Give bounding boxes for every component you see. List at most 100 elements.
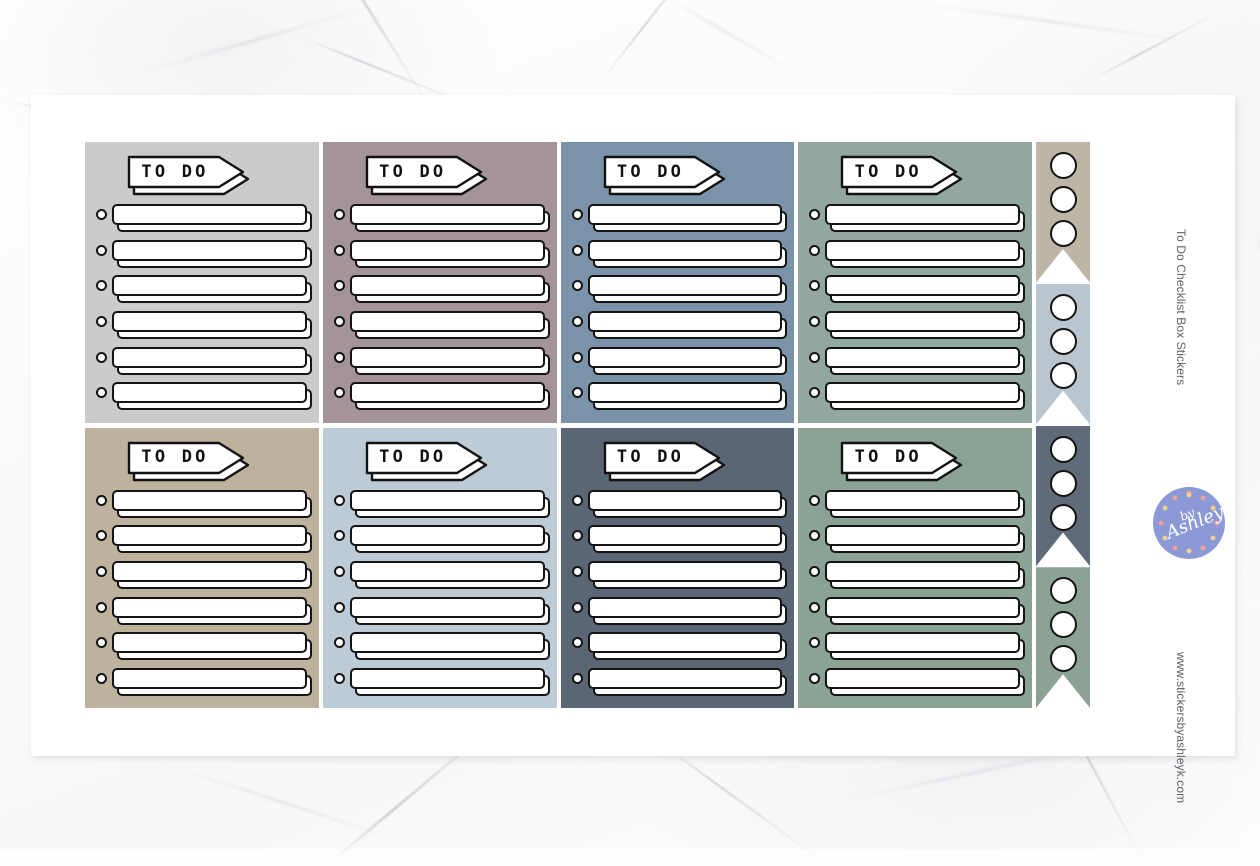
write-line-box[interactable]: [350, 240, 545, 261]
write-line-box[interactable]: [350, 275, 545, 296]
checklist-row[interactable]: [806, 204, 1024, 236]
checkbox-circle-icon[interactable]: [96, 280, 107, 291]
banner-flag-4[interactable]: [1036, 567, 1090, 708]
sticker-panel-7[interactable]: TO DO: [561, 428, 795, 709]
checklist-row[interactable]: [806, 632, 1024, 664]
banner-dot-circle-icon[interactable]: [1050, 611, 1077, 638]
checkbox-circle-icon[interactable]: [809, 673, 820, 684]
checklist-row[interactable]: [569, 597, 787, 629]
checkbox-circle-icon[interactable]: [334, 280, 345, 291]
checklist-row[interactable]: [569, 240, 787, 272]
write-line-box[interactable]: [825, 597, 1020, 618]
checkbox-circle-icon[interactable]: [809, 245, 820, 256]
write-line-box[interactable]: [350, 204, 545, 225]
checklist-row[interactable]: [569, 561, 787, 593]
write-line-box[interactable]: [350, 597, 545, 618]
checklist-row[interactable]: [331, 275, 549, 307]
write-line-box[interactable]: [112, 311, 307, 332]
checkbox-circle-icon[interactable]: [572, 637, 583, 648]
checkbox-circle-icon[interactable]: [572, 245, 583, 256]
write-line-box[interactable]: [350, 382, 545, 403]
checkbox-circle-icon[interactable]: [809, 387, 820, 398]
checklist-row[interactable]: [331, 668, 549, 700]
write-line-box[interactable]: [112, 275, 307, 296]
checkbox-circle-icon[interactable]: [809, 566, 820, 577]
write-line-box[interactable]: [350, 311, 545, 332]
checklist-row[interactable]: [569, 525, 787, 557]
write-line-box[interactable]: [112, 204, 307, 225]
checkbox-circle-icon[interactable]: [809, 280, 820, 291]
checkbox-circle-icon[interactable]: [809, 637, 820, 648]
write-line-box[interactable]: [112, 525, 307, 546]
sticker-panel-6[interactable]: TO DO: [323, 428, 557, 709]
checklist-row[interactable]: [93, 240, 311, 272]
write-line-box[interactable]: [112, 561, 307, 582]
checklist-row[interactable]: [806, 525, 1024, 557]
write-line-box[interactable]: [112, 347, 307, 368]
checkbox-circle-icon[interactable]: [572, 566, 583, 577]
checklist-row[interactable]: [806, 347, 1024, 379]
write-line-box[interactable]: [112, 597, 307, 618]
checkbox-circle-icon[interactable]: [96, 209, 107, 220]
write-line-box[interactable]: [825, 668, 1020, 689]
write-line-box[interactable]: [588, 275, 783, 296]
checklist-row[interactable]: [93, 311, 311, 343]
checkbox-circle-icon[interactable]: [334, 316, 345, 327]
write-line-box[interactable]: [588, 311, 783, 332]
checkbox-circle-icon[interactable]: [809, 495, 820, 506]
write-line-box[interactable]: [825, 632, 1020, 653]
checklist-row[interactable]: [331, 561, 549, 593]
checkbox-circle-icon[interactable]: [809, 209, 820, 220]
checkbox-circle-icon[interactable]: [572, 387, 583, 398]
write-line-box[interactable]: [112, 632, 307, 653]
checklist-row[interactable]: [569, 632, 787, 664]
checkbox-circle-icon[interactable]: [334, 209, 345, 220]
checkbox-circle-icon[interactable]: [96, 352, 107, 363]
checkbox-circle-icon[interactable]: [334, 673, 345, 684]
checkbox-circle-icon[interactable]: [572, 602, 583, 613]
checklist-row[interactable]: [331, 204, 549, 236]
checklist-row[interactable]: [331, 347, 549, 379]
banner-dot-circle-icon[interactable]: [1050, 362, 1077, 389]
banner-dot-circle-icon[interactable]: [1050, 328, 1077, 355]
sticker-panel-2[interactable]: TO DO: [323, 142, 557, 423]
checklist-row[interactable]: [93, 204, 311, 236]
checkbox-circle-icon[interactable]: [334, 352, 345, 363]
checkbox-circle-icon[interactable]: [334, 387, 345, 398]
write-line-box[interactable]: [350, 525, 545, 546]
checkbox-circle-icon[interactable]: [96, 566, 107, 577]
write-line-box[interactable]: [825, 525, 1020, 546]
write-line-box[interactable]: [350, 632, 545, 653]
banner-dot-circle-icon[interactable]: [1050, 645, 1077, 672]
sticker-panel-8[interactable]: TO DO: [798, 428, 1032, 709]
checklist-row[interactable]: [93, 347, 311, 379]
checklist-row[interactable]: [331, 525, 549, 557]
checklist-row[interactable]: [331, 632, 549, 664]
banner-dot-circle-icon[interactable]: [1050, 152, 1077, 179]
write-line-box[interactable]: [588, 668, 783, 689]
sticker-panel-4[interactable]: TO DO: [798, 142, 1032, 423]
checkbox-circle-icon[interactable]: [96, 495, 107, 506]
banner-dot-circle-icon[interactable]: [1050, 220, 1077, 247]
write-line-box[interactable]: [825, 347, 1020, 368]
write-line-box[interactable]: [588, 525, 783, 546]
checklist-row[interactable]: [569, 382, 787, 414]
checklist-row[interactable]: [569, 204, 787, 236]
checkbox-circle-icon[interactable]: [96, 602, 107, 613]
checklist-row[interactable]: [93, 525, 311, 557]
checkbox-circle-icon[interactable]: [96, 637, 107, 648]
checkbox-circle-icon[interactable]: [572, 209, 583, 220]
write-line-box[interactable]: [825, 382, 1020, 403]
checklist-row[interactable]: [806, 311, 1024, 343]
checkbox-circle-icon[interactable]: [334, 530, 345, 541]
write-line-box[interactable]: [350, 347, 545, 368]
write-line-box[interactable]: [112, 490, 307, 511]
checkbox-circle-icon[interactable]: [572, 495, 583, 506]
checklist-row[interactable]: [806, 240, 1024, 272]
sticker-panel-1[interactable]: TO DO: [85, 142, 319, 423]
checklist-row[interactable]: [93, 668, 311, 700]
write-line-box[interactable]: [588, 490, 783, 511]
write-line-box[interactable]: [825, 490, 1020, 511]
write-line-box[interactable]: [350, 490, 545, 511]
write-line-box[interactable]: [825, 204, 1020, 225]
